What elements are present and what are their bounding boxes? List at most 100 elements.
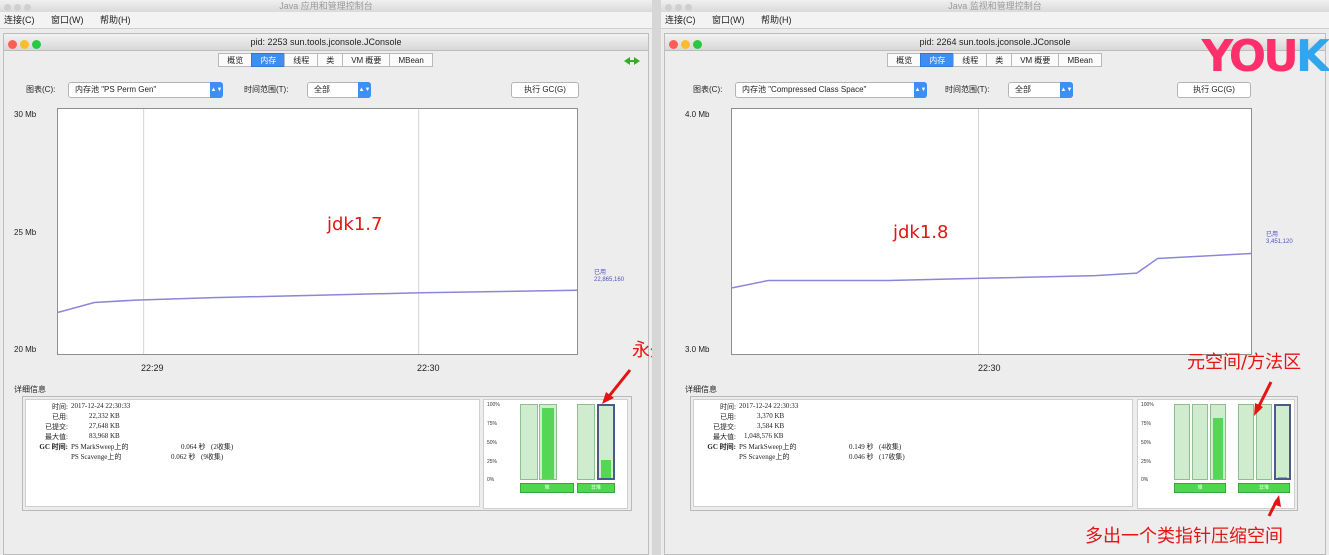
chevron-down-icon: ▲▼ [1060, 82, 1073, 98]
chart-select[interactable]: 内存池 "Compressed Class Space" ▲▼ [735, 82, 927, 98]
tab-threads[interactable]: 线程 [284, 53, 319, 67]
pool-bar[interactable] [520, 404, 538, 480]
heap-button[interactable]: 堆 [1174, 483, 1226, 493]
jdk-annotation: jdk1.7 [327, 214, 383, 235]
series-legend: 已用 22,865,160 [594, 270, 624, 284]
pool-bar[interactable] [539, 404, 557, 480]
red-arrow-icon [602, 369, 632, 404]
range-select-value: 全部 [1015, 85, 1031, 94]
zoom-icon[interactable] [32, 40, 41, 49]
detail-key: 最大值: [45, 433, 68, 441]
gc-count: (4收集) [879, 443, 902, 451]
legend-name: 已用 [594, 270, 607, 276]
arrow-note: 元空间/方法区 [1187, 352, 1302, 373]
y-tick-label: 20 Mb [14, 345, 37, 354]
close-icon[interactable] [8, 40, 17, 49]
pool-bar-selected[interactable] [597, 404, 615, 480]
frame-title: pid: 2253 sun.tools.jconsole.JConsole [250, 37, 402, 47]
app-title-bar: Java 监视和管理控制台 [661, 0, 1329, 12]
detail-value: 2017-12-24 22:30:33 [739, 402, 799, 410]
range-select[interactable]: 全部 ▲▼ [1008, 82, 1073, 98]
tab-mbean[interactable]: MBean [389, 53, 433, 67]
window-controls[interactable] [665, 2, 695, 14]
tab-classes[interactable]: 类 [317, 53, 344, 67]
pct-label: 50% [487, 440, 498, 446]
nonheap-button[interactable]: 非堆 [577, 483, 615, 493]
details-title: 详细信息 [14, 385, 46, 394]
detail-value: 83,968 KB [89, 432, 120, 440]
logo-text: YOU [1201, 31, 1298, 82]
menu-connect[interactable]: 连接(C) [665, 15, 696, 25]
pool-bar-fill [1278, 476, 1287, 478]
close-icon[interactable] [669, 40, 678, 49]
gc-name: PS Scavenge上的 [71, 453, 122, 461]
pool-bar-selected[interactable] [1274, 404, 1291, 480]
zoom-icon[interactable] [693, 40, 702, 49]
detail-key: 已提交: [713, 423, 736, 431]
detail-value: 1,048,576 KB [744, 432, 784, 440]
gc-button[interactable]: 执行 GC(G) [511, 82, 579, 98]
tab-classes[interactable]: 类 [986, 53, 1013, 67]
menu-bar: 连接(C) 窗口(W) 帮助(H) [661, 12, 1329, 29]
chart-controls: 图表(C): 内存池 "Compressed Class Space" ▲▼ 时间… [687, 82, 1280, 98]
details-panel: 时间: 2017-12-24 22:30:33 已用: 3,370 KB 已提交… [690, 396, 1298, 511]
tab-vm-summary[interactable]: VM 概要 [342, 53, 391, 67]
jconsole-window-left: Java 应用和管理控制台 连接(C) 窗口(W) 帮助(H) pid: 225… [0, 0, 652, 555]
menu-window[interactable]: 窗口(W) [51, 15, 84, 25]
tab-memory[interactable]: 内存 [251, 53, 286, 67]
detail-value: 27,648 KB [89, 422, 120, 430]
connection-icon[interactable] [624, 56, 640, 66]
pool-bar-fill [601, 460, 611, 478]
pool-bar[interactable] [1192, 404, 1208, 480]
jconsole-window-right: Java 监视和管理控制台 连接(C) 窗口(W) 帮助(H) pid: 226… [661, 0, 1329, 555]
pct-label: 75% [1141, 421, 1152, 427]
range-select-value: 全部 [314, 85, 330, 94]
y-tick-label: 25 Mb [14, 228, 37, 237]
gc-name: PS MarkSweep上的 [71, 443, 129, 451]
detail-key: 时间: [720, 403, 736, 411]
y-tick-label: 3.0 Mb [685, 345, 710, 354]
pct-label: 0% [1141, 477, 1149, 483]
gc-count: (17收集) [879, 453, 905, 461]
tab-threads[interactable]: 线程 [953, 53, 988, 67]
window-divider [652, 0, 661, 555]
pool-bar[interactable] [1210, 404, 1226, 480]
pct-label: 100% [487, 402, 500, 408]
pool-bar[interactable] [1174, 404, 1190, 480]
internal-frame: pid: 2253 sun.tools.jconsole.JConsole 概览… [3, 33, 649, 555]
chevron-down-icon: ▲▼ [358, 82, 371, 98]
y-tick-label: 4.0 Mb [685, 110, 710, 119]
menu-help[interactable]: 帮助(H) [761, 15, 792, 25]
heap-button[interactable]: 堆 [520, 483, 574, 493]
menu-connect[interactable]: 连接(C) [4, 15, 35, 25]
gc-button[interactable]: 执行 GC(G) [1177, 82, 1251, 98]
tab-overview[interactable]: 概览 [887, 53, 922, 67]
window-controls[interactable] [4, 2, 34, 14]
y-tick-label: 30 Mb [14, 110, 37, 119]
pct-label: 75% [487, 421, 498, 427]
details-text: 时间: 2017-12-24 22:30:33 已用: 22,332 KB 已提… [25, 399, 480, 507]
pool-bar[interactable] [577, 404, 595, 480]
detail-key: 已用: [720, 413, 736, 421]
details-text: 时间: 2017-12-24 22:30:33 已用: 3,370 KB 已提交… [693, 399, 1133, 507]
chart-select[interactable]: 内存池 "PS Perm Gen" ▲▼ [68, 82, 223, 98]
gc-time: 0.046 秒 [849, 453, 874, 461]
menu-window[interactable]: 窗口(W) [712, 15, 745, 25]
frame-title: pid: 2264 sun.tools.jconsole.JConsole [919, 37, 1071, 47]
nonheap-button[interactable]: 非堆 [1238, 483, 1290, 493]
gc-time: 0.062 秒 [171, 453, 196, 461]
tab-memory[interactable]: 内存 [920, 53, 955, 67]
tab-mbean[interactable]: MBean [1058, 53, 1102, 67]
youku-logo: YOUK [1201, 31, 1329, 82]
detail-value: 2017-12-24 22:30:33 [71, 402, 131, 410]
minimize-icon[interactable] [20, 40, 29, 49]
minimize-icon[interactable] [681, 40, 690, 49]
menu-bar: 连接(C) 窗口(W) 帮助(H) [0, 12, 652, 29]
tab-vm-summary[interactable]: VM 概要 [1011, 53, 1060, 67]
range-select[interactable]: 全部 ▲▼ [307, 82, 371, 98]
series-line-used [732, 252, 1251, 289]
details-title: 详细信息 [685, 385, 717, 394]
menu-help[interactable]: 帮助(H) [100, 15, 131, 25]
tab-overview[interactable]: 概览 [218, 53, 253, 67]
jdk-annotation: jdk1.8 [893, 222, 949, 243]
